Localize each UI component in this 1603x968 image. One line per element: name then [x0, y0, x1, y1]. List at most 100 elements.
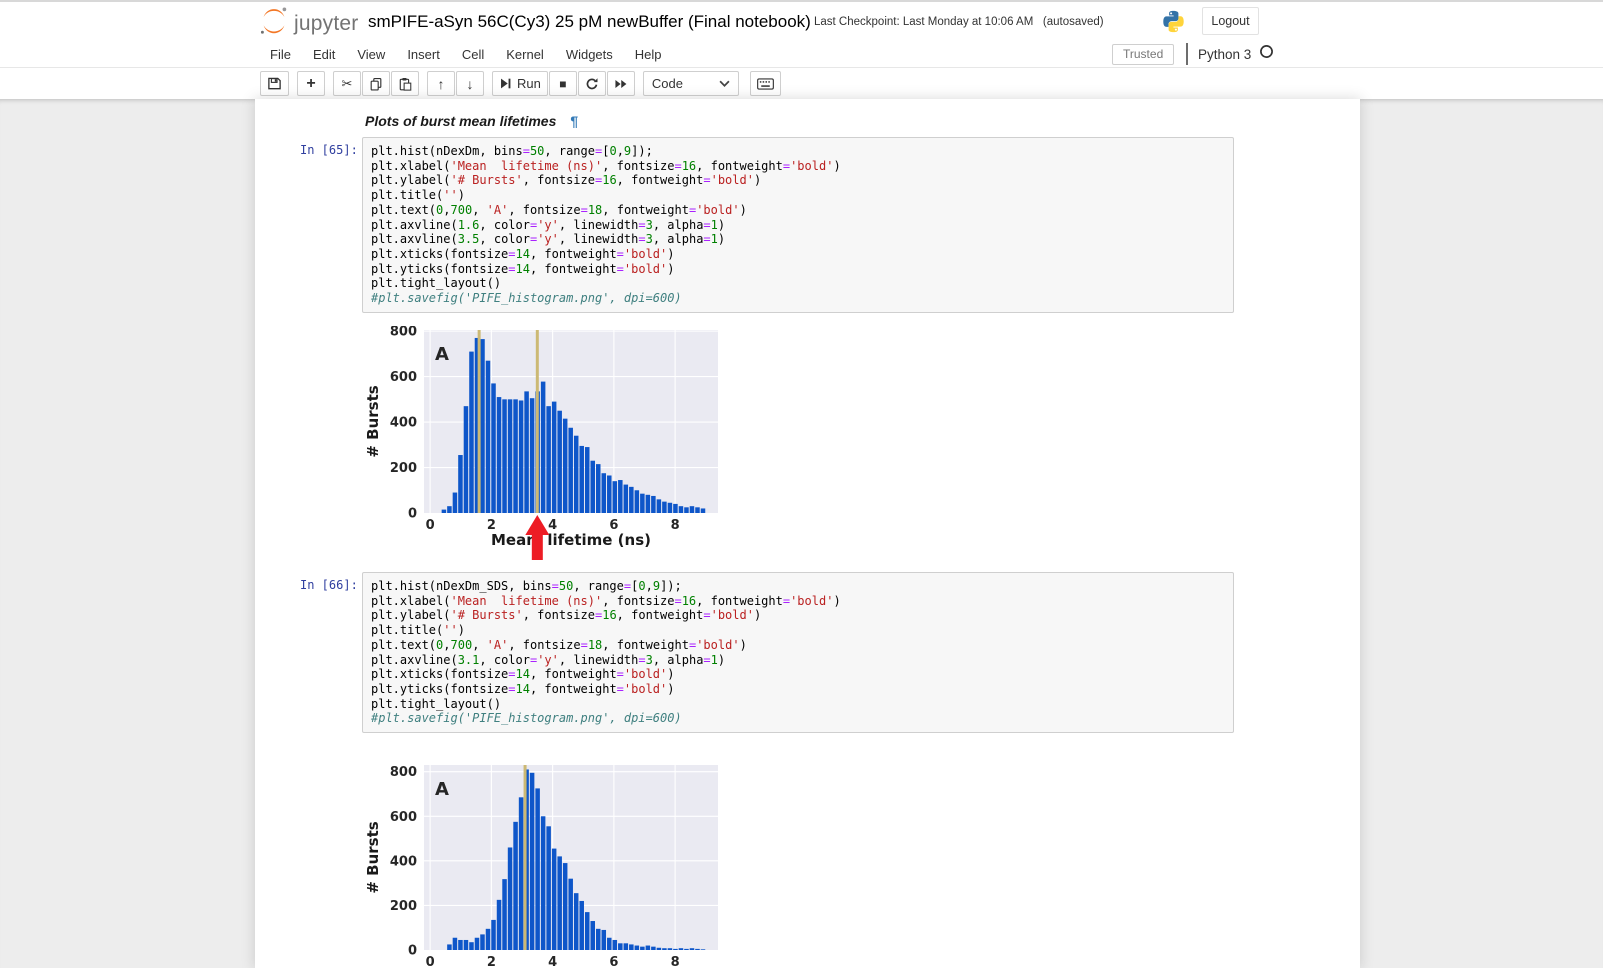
input-prompt-66: In [66]: — [300, 578, 358, 592]
toolbar-group: Run ■ — [492, 71, 636, 96]
svg-text:A: A — [435, 344, 449, 365]
kernel-idle-icon — [1259, 44, 1274, 64]
svg-text:200: 200 — [390, 899, 417, 914]
code-line: plt.yticks(fontsize=14, fontweight='bold… — [371, 682, 1225, 697]
menu-view[interactable]: View — [346, 47, 396, 62]
code-line: #plt.savefig('PIFE_histogram.png', dpi=6… — [371, 291, 1225, 306]
svg-text:0: 0 — [426, 518, 435, 533]
menu-kernel[interactable]: Kernel — [495, 47, 555, 62]
copy-button[interactable] — [362, 71, 390, 96]
code-line: plt.ylabel('# Bursts', fontsize=16, font… — [371, 173, 1225, 188]
svg-text:8: 8 — [671, 518, 680, 533]
open-command-palette-button[interactable] — [750, 71, 781, 96]
toolbar-group: ↑↓ — [427, 71, 485, 96]
restart-button[interactable] — [578, 71, 606, 96]
add-cell-button[interactable]: + — [297, 71, 325, 96]
markdown-heading: Plots of burst mean lifetimes ¶ — [365, 113, 578, 129]
save-button[interactable] — [260, 71, 289, 96]
restart-run-all-icon — [614, 78, 628, 90]
svg-text:800: 800 — [390, 326, 417, 340]
toolbar-group: + — [297, 71, 326, 96]
toolbar-buttons: +✂↑↓Run■Code — [260, 71, 782, 96]
code-line: plt.ylabel('# Bursts', fontsize=16, font… — [371, 608, 1225, 623]
cut-button[interactable]: ✂ — [333, 71, 361, 96]
code-line: plt.tight_layout() — [371, 697, 1225, 712]
code-cell-65-editor[interactable]: plt.hist(nDexDm, bins=50, range=[0,9]);p… — [362, 137, 1234, 313]
menu-cell[interactable]: Cell — [451, 47, 495, 62]
code-line: plt.axvline(3.1, color='y', linewidth=3,… — [371, 653, 1225, 668]
chevron-down-icon — [719, 80, 730, 87]
toolbar-group — [260, 71, 290, 96]
svg-text:0: 0 — [408, 944, 417, 959]
svg-text:400: 400 — [390, 416, 417, 431]
code-line: plt.yticks(fontsize=14, fontweight='bold… — [371, 262, 1225, 277]
checkpoint-status: Last Checkpoint: Last Monday at 10:06 AM… — [814, 16, 1104, 28]
code-cell-66-editor[interactable]: plt.hist(nDexDm_SDS, bins=50, range=[0,9… — [362, 572, 1234, 733]
menu-file[interactable]: File — [259, 47, 302, 62]
notebook-header: jupyter smPIFE-aSyn 56C(Cy3) 25 pM newBu… — [0, 2, 1603, 41]
jupyter-logo[interactable]: jupyter — [258, 5, 358, 42]
logout-button[interactable]: Logout — [1202, 7, 1259, 35]
svg-text:6: 6 — [609, 955, 618, 968]
stop-button[interactable]: ■ — [549, 71, 577, 96]
copy-icon — [369, 77, 383, 91]
menu-widgets[interactable]: Widgets — [555, 47, 624, 62]
cell-type-select[interactable]: Code — [643, 71, 739, 96]
svg-text:# Bursts: # Bursts — [365, 385, 382, 457]
svg-text:# Bursts: # Bursts — [365, 821, 382, 893]
autosaved-text: (autosaved) — [1043, 16, 1104, 28]
notebook-panel-background: Plots of burst mean lifetimes¶ In [65]: … — [0, 99, 1603, 968]
jupyter-logo-text: jupyter — [294, 12, 358, 36]
code-line: plt.axvline(3.5, color='y', linewidth=3,… — [371, 232, 1225, 247]
heading-anchor-link[interactable]: ¶ — [570, 113, 578, 129]
restart-run-all-button[interactable] — [607, 71, 635, 96]
toolbar: +✂↑↓Run■Code — [0, 68, 1603, 99]
notebook-container: Plots of burst mean lifetimes¶ In [65]: … — [255, 99, 1360, 968]
stop-icon: ■ — [559, 78, 566, 90]
code-line: plt.tight_layout() — [371, 276, 1225, 291]
run-icon — [499, 77, 512, 90]
paste-button[interactable] — [391, 71, 419, 96]
menu-edit[interactable]: Edit — [302, 47, 346, 62]
kernel-indicator-area: Python 3 — [1186, 43, 1274, 65]
code-line: plt.text(0,700, 'A', fontsize=18, fontwe… — [371, 203, 1225, 218]
code-line: plt.text(0,700, 'A', fontsize=18, fontwe… — [371, 638, 1225, 653]
output-plot-histogram-2: A020040060080002468Mean lifetime (ns)# B… — [365, 745, 725, 968]
code-line: plt.title('') — [371, 188, 1225, 203]
svg-text:0: 0 — [426, 955, 435, 968]
svg-text:2: 2 — [487, 955, 496, 968]
run-button-label: Run — [517, 76, 541, 91]
heading-text: Plots of burst mean lifetimes — [365, 113, 556, 129]
notebook-title[interactable]: smPIFE-aSyn 56C(Cy3) 25 pM newBuffer (Fi… — [368, 12, 811, 32]
menu-insert[interactable]: Insert — [396, 47, 451, 62]
svg-text:0: 0 — [408, 507, 417, 522]
add-cell-icon: + — [306, 76, 315, 92]
code-line: plt.axvline(1.6, color='y', linewidth=3,… — [371, 218, 1225, 233]
move-up-icon: ↑ — [438, 77, 445, 91]
menu-help[interactable]: Help — [624, 47, 673, 62]
kernel-separator — [1186, 43, 1188, 65]
code-line: plt.xticks(fontsize=14, fontweight='bold… — [371, 667, 1225, 682]
menu-items: FileEditViewInsertCellKernelWidgetsHelp — [259, 41, 673, 67]
jupyter-logo-icon — [258, 5, 290, 42]
menubar: FileEditViewInsertCellKernelWidgetsHelp … — [0, 41, 1603, 68]
move-up-button[interactable]: ↑ — [427, 71, 455, 96]
python-logo-icon — [1161, 9, 1186, 39]
svg-text:4: 4 — [548, 955, 557, 968]
trusted-badge: Trusted — [1112, 44, 1174, 65]
jupyter-window: jupyter smPIFE-aSyn 56C(Cy3) 25 pM newBu… — [0, 0, 1603, 968]
svg-text:A: A — [435, 779, 449, 800]
run-button[interactable]: Run — [492, 71, 548, 96]
svg-text:8: 8 — [671, 955, 680, 968]
output-plot-histogram-1: A020040060080002468Mean lifetime (ns)# B… — [365, 326, 725, 562]
save-icon — [267, 76, 282, 91]
cut-icon: ✂ — [342, 77, 353, 90]
restart-icon — [585, 77, 599, 91]
svg-text:Mean lifetime (ns): Mean lifetime (ns) — [491, 531, 651, 549]
svg-text:400: 400 — [390, 854, 417, 869]
code-line: plt.xticks(fontsize=14, fontweight='bold… — [371, 247, 1225, 262]
svg-text:200: 200 — [390, 461, 417, 476]
move-down-button[interactable]: ↓ — [456, 71, 484, 96]
cell-type-value: Code — [652, 76, 683, 91]
svg-text:600: 600 — [390, 810, 417, 825]
